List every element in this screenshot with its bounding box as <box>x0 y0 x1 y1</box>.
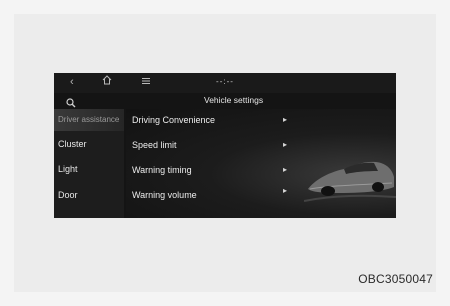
infotainment-screen: ‹ --:-- Vehicle settings Driver assistan… <box>54 73 396 218</box>
menu-item-warning-volume[interactable]: Warning volume ▸ <box>132 184 292 206</box>
menu-item-warning-timing[interactable]: Warning timing ▸ <box>132 159 292 181</box>
figure-caption: OBC3050047 <box>358 272 433 286</box>
menu-item-label: Warning timing <box>132 165 192 175</box>
chevron-right-icon: ▸ <box>283 140 288 149</box>
menu-item-label: Speed limit <box>132 140 177 150</box>
settings-content: Driving Convenience ▸ Speed limit ▸ Warn… <box>126 109 396 218</box>
title-bar: Vehicle settings <box>54 93 396 109</box>
page-title: Vehicle settings <box>204 95 264 105</box>
menu-item-driving-convenience[interactable]: Driving Convenience ▸ <box>132 109 292 131</box>
clock-display: --:-- <box>216 77 234 86</box>
vehicle-illustration <box>304 161 396 202</box>
chevron-right-icon: ▸ <box>283 186 288 195</box>
chevron-right-icon: ▸ <box>283 165 288 174</box>
menu-item-label: Driving Convenience <box>132 115 216 125</box>
sidebar-item-door[interactable]: Door <box>54 184 124 206</box>
sidebar-item-light[interactable]: Light <box>54 158 124 180</box>
status-bar: ‹ --:-- <box>54 73 396 93</box>
chevron-right-icon: ▸ <box>283 115 288 124</box>
sidebar: Driver assistance Cluster Light Door <box>54 109 124 218</box>
sidebar-item-cluster[interactable]: Cluster <box>54 133 124 155</box>
sidebar-item-driver-assistance[interactable]: Driver assistance <box>54 109 124 131</box>
menu-item-label: Warning volume <box>132 190 197 200</box>
menu-item-speed-limit[interactable]: Speed limit ▸ <box>132 134 292 156</box>
